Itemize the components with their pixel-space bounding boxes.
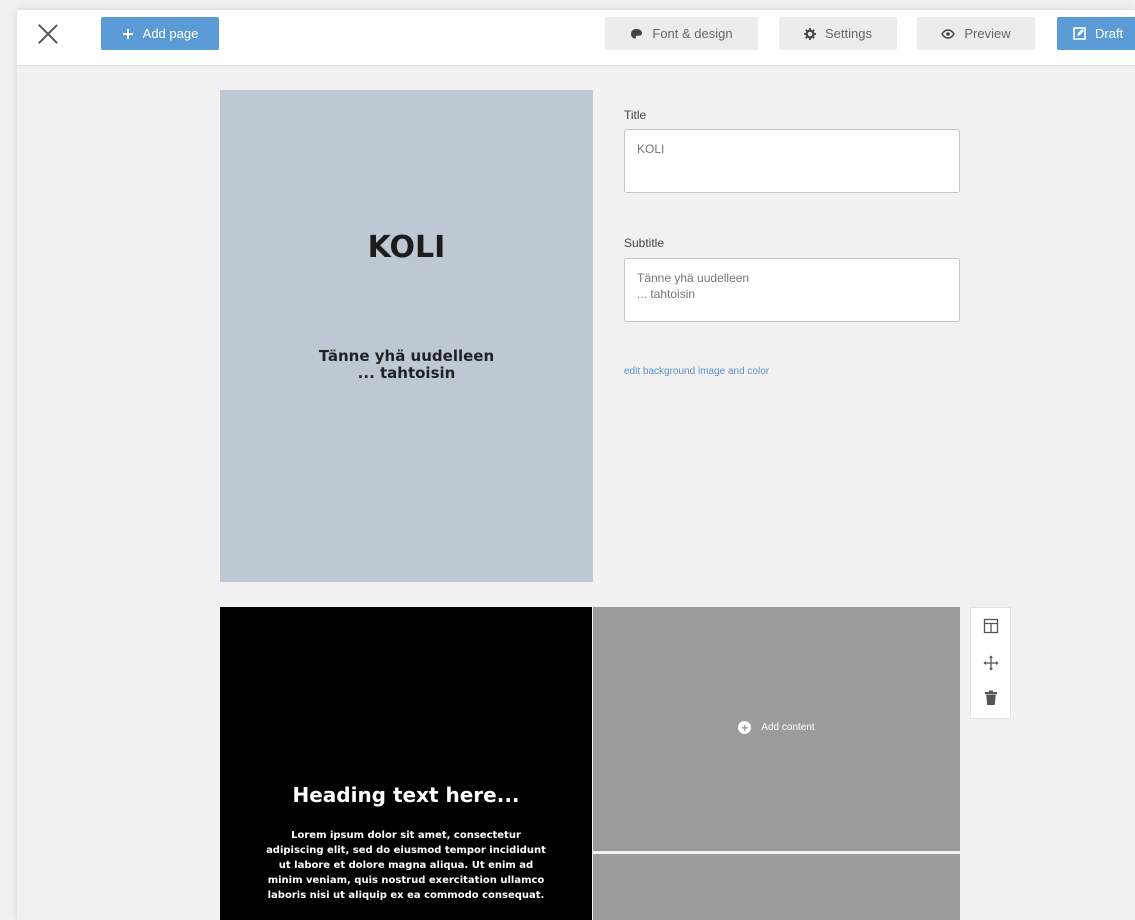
plus-icon: +: [738, 721, 752, 734]
font-design-label: Font & design: [652, 26, 733, 41]
block-heading: Heading text here...: [292, 783, 520, 807]
title-label: Title: [624, 108, 647, 122]
palette-icon: [630, 28, 643, 40]
cover-page-preview[interactable]: KOLI Tänne yhä uudelleen ... tahtoisin: [220, 90, 593, 582]
subtitle-field[interactable]: Tänne yhä uudelleen ... tahtoisin: [624, 258, 960, 322]
block-tools: [970, 607, 1011, 719]
subtitle-label: Subtitle: [624, 236, 665, 250]
add-content-label: Add content: [761, 722, 815, 733]
cover-subtitle: Tänne yhä uudelleen ... tahtoisin: [318, 347, 495, 382]
cover-title: KOLI: [367, 230, 446, 265]
plus-icon: [122, 28, 134, 40]
settings-button[interactable]: Settings: [779, 17, 897, 50]
edit-icon: [1073, 27, 1086, 40]
block-body-text: Lorem ipsum dolor sit amet, consectetur …: [266, 830, 546, 901]
font-design-button[interactable]: Font & design: [605, 17, 758, 50]
text-block[interactable]: Heading text here... Lorem ipsum dolor s…: [220, 607, 592, 920]
gear-icon: [804, 27, 816, 40]
add-page-button[interactable]: Add page: [101, 17, 219, 50]
layout-icon[interactable]: [981, 616, 1001, 636]
add-page-label: Add page: [142, 26, 199, 41]
trash-icon[interactable]: [981, 688, 1001, 708]
settings-label: Settings: [825, 26, 872, 41]
preview-label: Preview: [964, 26, 1011, 41]
content-slot[interactable]: [593, 854, 960, 920]
draft-label: Draft: [1095, 26, 1124, 41]
preview-button[interactable]: Preview: [917, 17, 1035, 50]
eye-icon: [941, 28, 956, 39]
move-icon[interactable]: [981, 653, 1001, 673]
edit-background-link[interactable]: edit background image and color: [624, 366, 769, 377]
draft-button[interactable]: Draft: [1057, 17, 1135, 50]
title-field[interactable]: KOLI: [624, 129, 960, 193]
close-icon[interactable]: [38, 24, 58, 44]
add-content-slot[interactable]: + Add content: [593, 607, 960, 851]
